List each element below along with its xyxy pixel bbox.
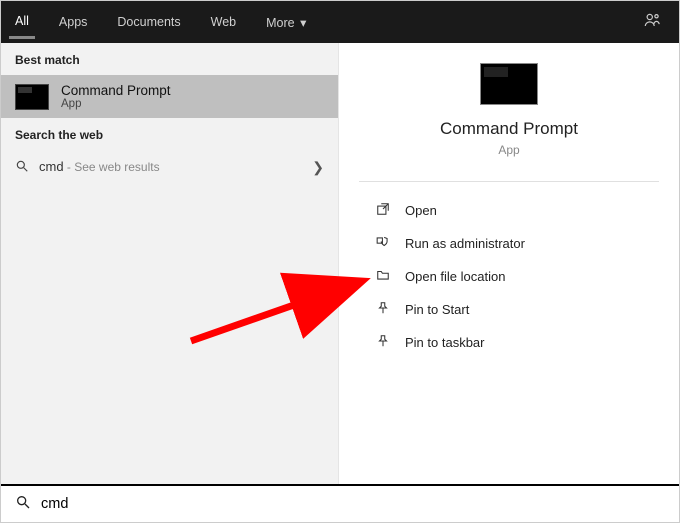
search-icon — [15, 494, 31, 514]
details-subtitle: App — [498, 143, 519, 157]
open-icon — [375, 202, 391, 219]
action-open[interactable]: Open — [369, 194, 649, 227]
action-open-file-location[interactable]: Open file location — [369, 260, 649, 293]
account-icon[interactable] — [633, 11, 671, 34]
tab-more-label: More — [266, 16, 294, 30]
tab-more[interactable]: More ▾ — [260, 7, 312, 38]
pin-icon — [375, 301, 391, 318]
web-hint: - See web results — [64, 160, 160, 174]
action-run-as-administrator[interactable]: Run as administrator — [369, 227, 649, 260]
best-match-header: Best match — [1, 43, 338, 75]
pin-taskbar-icon — [375, 334, 391, 351]
tab-web[interactable]: Web — [205, 7, 242, 37]
action-open-location-label: Open file location — [405, 269, 505, 284]
tab-apps[interactable]: Apps — [53, 7, 94, 37]
divider — [359, 181, 658, 182]
action-pin-to-taskbar[interactable]: Pin to taskbar — [369, 326, 649, 359]
folder-icon — [375, 268, 391, 285]
details-title: Command Prompt — [440, 119, 578, 139]
action-pin-taskbar-label: Pin to taskbar — [405, 335, 485, 350]
web-result-item[interactable]: cmd - See web results ❯ — [1, 150, 338, 184]
chevron-down-icon: ▾ — [300, 16, 306, 30]
best-match-subtitle: App — [61, 98, 171, 110]
shield-icon — [375, 235, 391, 252]
filter-tabs: All Apps Documents Web More ▾ — [1, 1, 679, 43]
best-match-title: Command Prompt — [61, 83, 171, 98]
command-prompt-icon — [15, 84, 49, 110]
app-large-icon — [480, 63, 538, 105]
action-open-label: Open — [405, 203, 437, 218]
web-query: cmd — [39, 159, 64, 174]
chevron-right-icon: ❯ — [312, 159, 324, 176]
action-pin-start-label: Pin to Start — [405, 302, 469, 317]
tab-documents[interactable]: Documents — [111, 7, 186, 37]
tab-all[interactable]: All — [9, 6, 35, 39]
search-icon — [15, 159, 29, 176]
search-input[interactable] — [41, 496, 665, 512]
details-panel: Command Prompt App Open Run as administr… — [338, 43, 679, 486]
action-run-admin-label: Run as administrator — [405, 236, 525, 251]
results-panel: Best match Command Prompt App Search the… — [1, 43, 338, 486]
best-match-item[interactable]: Command Prompt App — [1, 75, 338, 118]
search-bar — [1, 484, 679, 522]
web-header: Search the web — [1, 118, 338, 150]
action-pin-to-start[interactable]: Pin to Start — [369, 293, 649, 326]
